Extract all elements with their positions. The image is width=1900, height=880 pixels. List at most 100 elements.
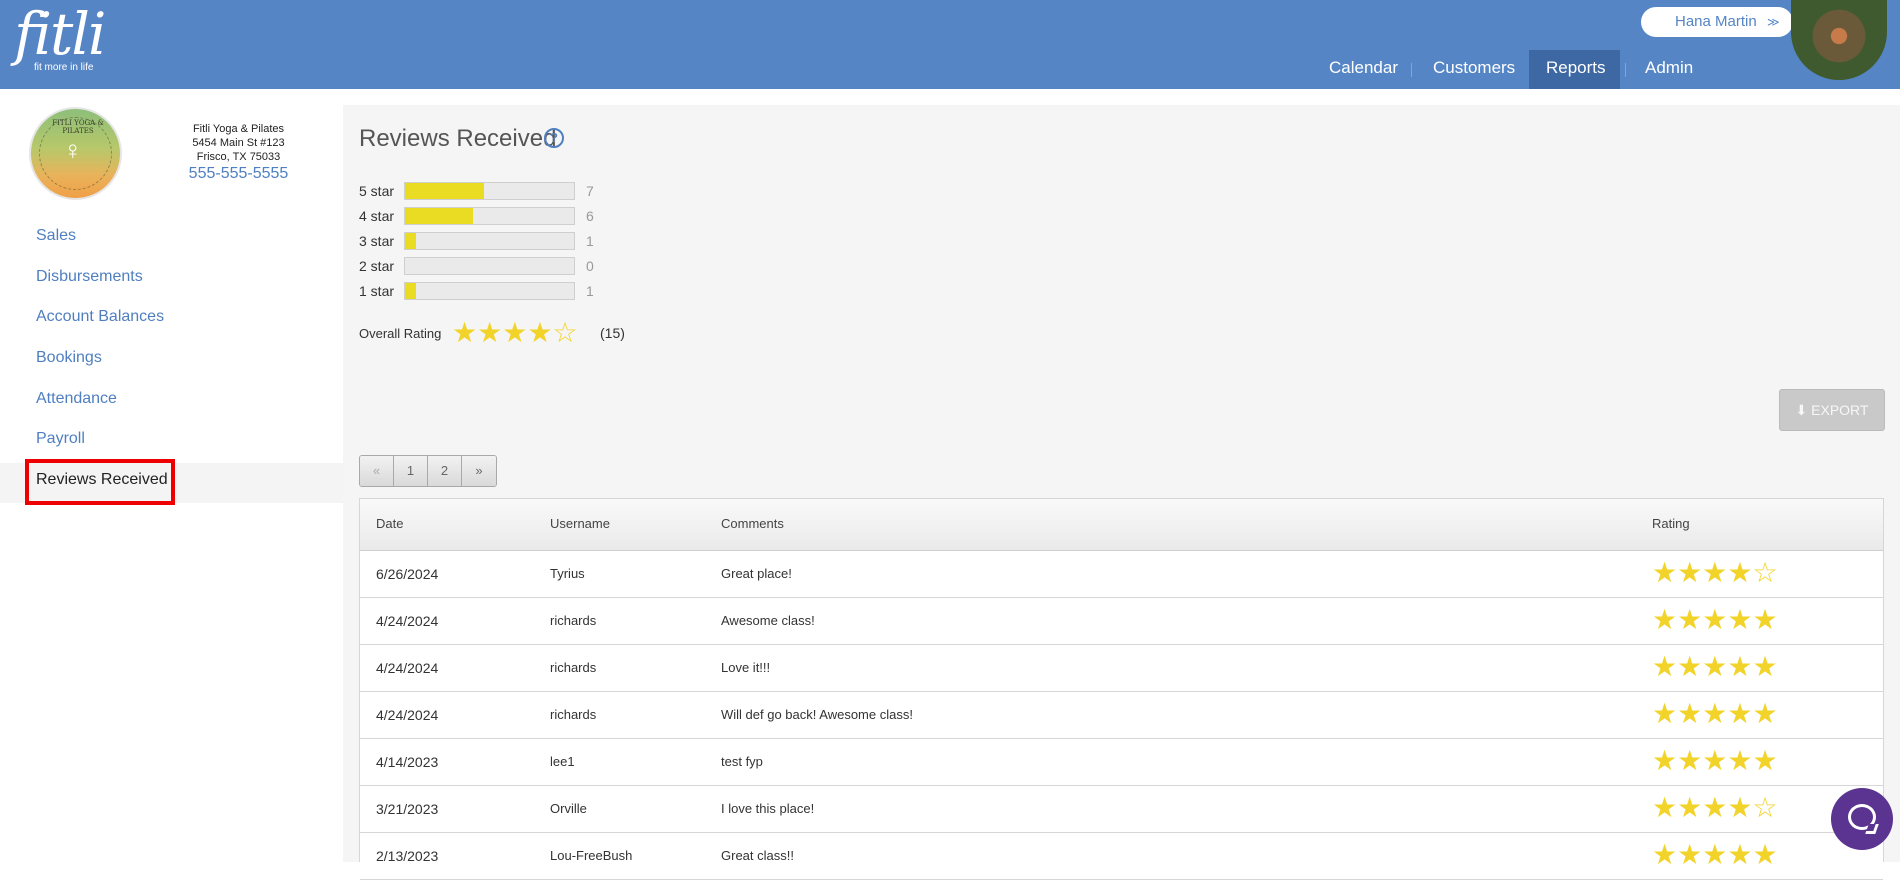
cell-date: 4/24/2024 — [376, 707, 439, 723]
sidebar-item-payroll[interactable]: Payroll — [36, 430, 85, 448]
pagination-page-1[interactable]: 1 — [394, 456, 428, 486]
pagination-next[interactable]: » — [462, 456, 496, 486]
distribution-label: 5 star — [359, 183, 395, 199]
star-filled-icon: ★ — [1702, 745, 1728, 776]
logo-wordmark: fitli — [14, 0, 106, 68]
download-icon: ⬇ — [1795, 402, 1808, 418]
cell-date: 6/26/2024 — [376, 566, 439, 582]
pagination-prev[interactable]: « — [360, 456, 394, 486]
user-name: Hana Martin — [1675, 13, 1757, 30]
fitli-logo[interactable]: fitli fit more in life — [14, 0, 106, 73]
user-menu-button[interactable]: Hana Martin ≫ — [1641, 7, 1793, 37]
star-filled-icon: ★ — [1652, 604, 1678, 635]
distribution-count: 1 — [586, 283, 594, 299]
star-filled-icon: ★ — [1752, 839, 1778, 870]
distribution-count: 0 — [586, 258, 594, 274]
cell-comment: Will def go back! Awesome class! — [721, 707, 913, 722]
star-filled-icon: ★ — [1702, 839, 1728, 870]
distribution-count: 7 — [586, 183, 594, 199]
star-filled-icon: ★ — [1727, 839, 1753, 870]
highlight-box — [25, 459, 175, 505]
star-filled-icon: ★ — [1702, 792, 1728, 823]
cell-username: Tyrius — [550, 566, 585, 581]
nav-reports[interactable]: Reports — [1529, 50, 1620, 89]
cell-username: richards — [550, 660, 597, 675]
star-filled-icon: ★ — [1752, 651, 1778, 682]
table-row[interactable]: 4/24/2024 richards Will def go back! Aweso… — [360, 692, 1883, 739]
star-filled-icon: ★ — [502, 317, 528, 348]
distribution-bar — [404, 232, 575, 250]
star-filled-icon: ★ — [1702, 651, 1728, 682]
nav-divider — [1411, 63, 1412, 77]
distribution-label: 2 star — [359, 258, 395, 274]
star-filled-icon: ★ — [1677, 792, 1703, 823]
sidebar-item-account-balances[interactable]: Account Balances — [36, 308, 164, 326]
help-icon[interactable]: ? — [544, 128, 564, 148]
studio-logo-text: FITLI YOGA & PILATES — [52, 119, 104, 135]
star-empty-icon: ☆ — [552, 317, 578, 348]
star-filled-icon: ★ — [1727, 557, 1753, 588]
nav-customers[interactable]: Customers — [1416, 50, 1532, 89]
cell-rating-stars: ★★★★★ — [1652, 840, 1778, 870]
studio-name: Fitli Yoga & Pilates — [192, 123, 285, 135]
nav-divider — [1625, 63, 1626, 77]
distribution-count: 6 — [586, 208, 594, 224]
distribution-count: 1 — [586, 233, 594, 249]
star-filled-icon: ★ — [1677, 651, 1703, 682]
nav-admin[interactable]: Admin — [1628, 50, 1710, 89]
distribution-bar-fill — [405, 233, 417, 249]
column-header-rating[interactable]: Rating — [1652, 516, 1690, 531]
star-filled-icon: ★ — [1752, 745, 1778, 776]
table-row[interactable]: 6/26/2024 Tyrius Great place! ★★★★☆ — [360, 551, 1883, 598]
cell-username: Lou-FreeBush — [550, 848, 633, 863]
cell-date: 4/14/2023 — [376, 754, 439, 770]
cell-comment: test fyp — [721, 754, 763, 769]
logo-tagline: fit more in life — [34, 62, 94, 73]
table-row[interactable]: 2/13/2023 Lou-FreeBush Great class!! ★★★★★ — [360, 833, 1883, 880]
star-filled-icon: ★ — [1727, 745, 1753, 776]
distribution-bar-fill — [405, 183, 484, 199]
star-filled-icon: ★ — [1652, 792, 1678, 823]
star-empty-icon: ☆ — [1752, 557, 1778, 588]
star-filled-icon: ★ — [1652, 745, 1678, 776]
pagination-page-2[interactable]: 2 — [428, 456, 462, 486]
star-filled-icon: ★ — [1677, 698, 1703, 729]
star-filled-icon: ★ — [1677, 557, 1703, 588]
overall-rating-label: Overall Rating — [359, 326, 442, 341]
star-filled-icon: ★ — [1727, 651, 1753, 682]
column-header-username[interactable]: Username — [550, 516, 610, 531]
column-header-comments[interactable]: Comments — [721, 516, 784, 531]
export-button[interactable]: ⬇ EXPORT — [1779, 389, 1885, 431]
nav-calendar[interactable]: Calendar — [1312, 50, 1415, 89]
cell-rating-stars: ★★★★☆ — [1652, 558, 1778, 588]
cell-username: Orville — [550, 801, 587, 816]
table-row[interactable]: 4/14/2023 lee1 test fyp ★★★★★ — [360, 739, 1883, 786]
table-row[interactable]: 4/24/2024 richards Love it!!! ★★★★★ — [360, 645, 1883, 692]
sidebar-item-disbursements[interactable]: Disbursements — [36, 268, 143, 286]
star-filled-icon: ★ — [1727, 792, 1753, 823]
sidebar-item-bookings[interactable]: Bookings — [36, 349, 102, 367]
chat-bubble-tail — [1865, 824, 1879, 834]
sidebar-item-sales[interactable]: Sales — [36, 227, 76, 245]
cell-comment: I love this place! — [721, 801, 815, 816]
cell-rating-stars: ★★★★★ — [1652, 746, 1778, 776]
star-filled-icon: ★ — [1652, 698, 1678, 729]
star-filled-icon: ★ — [1727, 604, 1753, 635]
chevron-down-icon: ≫ — [1767, 15, 1780, 29]
star-filled-icon: ★ — [1752, 698, 1778, 729]
cell-date: 3/21/2023 — [376, 801, 439, 817]
studio-phone[interactable]: 555-555-5555 — [160, 165, 317, 183]
cell-date: 4/24/2024 — [376, 613, 439, 629]
chat-button[interactable] — [1831, 788, 1893, 850]
star-empty-icon: ☆ — [1752, 792, 1778, 823]
star-filled-icon: ★ — [1702, 604, 1728, 635]
avatar[interactable] — [1791, 0, 1887, 80]
sidebar-item-attendance[interactable]: Attendance — [36, 390, 117, 408]
table-row[interactable]: 3/21/2023 Orville I love this place! ★★★★☆ — [360, 786, 1883, 833]
star-filled-icon: ★ — [1652, 839, 1678, 870]
star-filled-icon: ★ — [477, 317, 503, 348]
column-header-date[interactable]: Date — [376, 516, 403, 531]
star-filled-icon: ★ — [1652, 651, 1678, 682]
pagination: « 1 2 » — [359, 455, 497, 487]
table-row[interactable]: 4/24/2024 richards Awesome class! ★★★★★ — [360, 598, 1883, 645]
